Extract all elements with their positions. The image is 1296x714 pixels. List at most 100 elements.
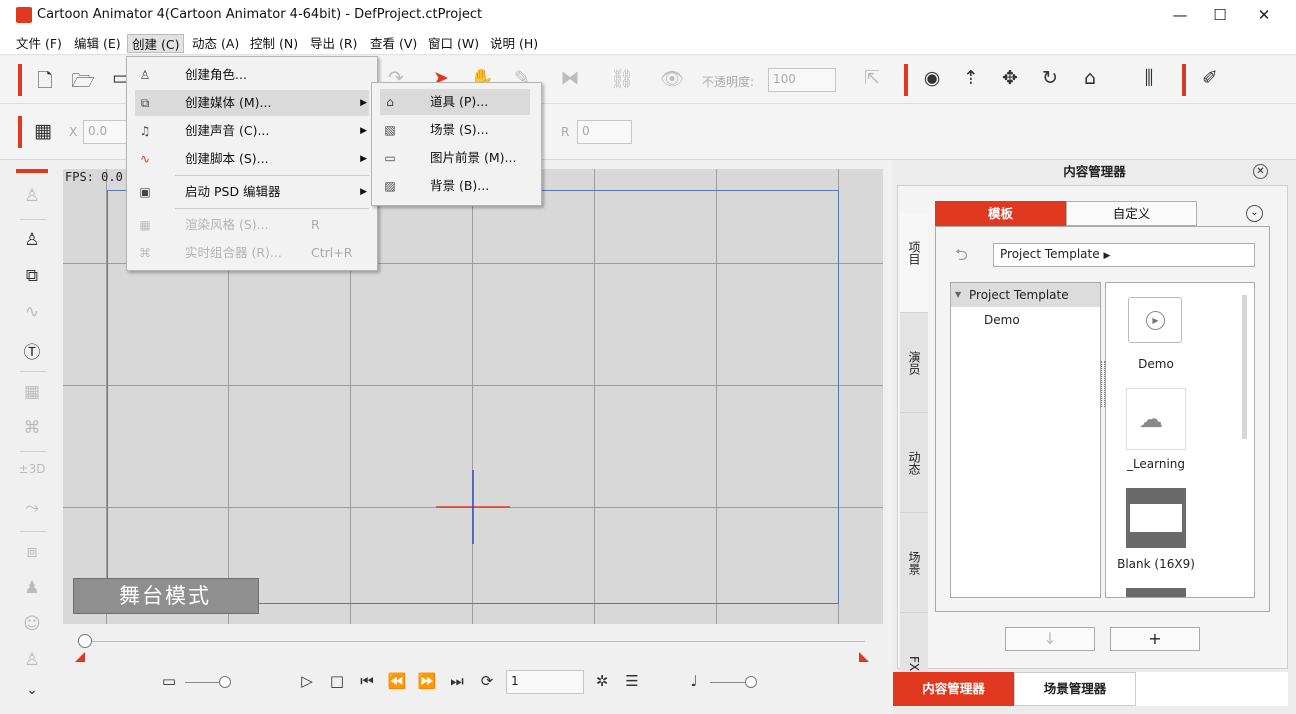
menu-window[interactable]: 窗口 (W) <box>424 34 483 53</box>
menu-control[interactable]: 控制 (N) <box>246 34 302 53</box>
create-media-icon[interactable]: ⧉ <box>14 266 50 286</box>
audio-wave-icon[interactable]: ∿ <box>14 302 50 322</box>
tree-expand-icon[interactable]: ▼ <box>955 283 961 307</box>
last-frame-icon[interactable]: ⏭ <box>443 672 471 690</box>
tab-scene-manager[interactable]: 场景管理器 <box>1014 672 1136 706</box>
playhead-handle[interactable] <box>78 634 92 648</box>
download-button[interactable]: ↓ <box>1005 627 1095 651</box>
tree-item-demo[interactable]: Demo <box>984 313 1020 327</box>
menu-background[interactable]: ▨ 背景 (B)... <box>380 173 530 199</box>
menu-launch-psd[interactable]: ▣ 启动 PSD 编辑器 ▶ <box>135 179 369 205</box>
tab-scene[interactable]: 场景 <box>900 513 928 613</box>
back-icon[interactable]: ⮌ <box>955 244 968 271</box>
stop-icon[interactable]: □ <box>323 672 351 690</box>
tab-project[interactable]: 项目 <box>900 213 928 313</box>
volume-icon[interactable]: ♩ <box>680 672 708 690</box>
menu-create-character[interactable]: ♙ 创建角色... <box>135 62 369 88</box>
bone-icon[interactable]: ⌘ <box>14 418 50 438</box>
stage-mode-badge[interactable]: 舞台模式 <box>73 578 259 614</box>
tab-content-manager[interactable]: 内容管理器 <box>893 672 1014 706</box>
menu-export[interactable]: 导出 (R) <box>306 34 361 53</box>
menu-scene[interactable]: ▧ 场景 (S)... <box>380 117 530 143</box>
move-up-icon[interactable]: ⇡ <box>957 67 985 89</box>
menu-animation[interactable]: 动态 (A) <box>188 34 243 53</box>
grid-icon[interactable]: ▦ <box>29 120 57 142</box>
prev-frame-icon[interactable]: ⏪ <box>383 672 411 690</box>
rotate-icon[interactable]: ↻ <box>1036 67 1064 89</box>
x-field[interactable]: 0.0 <box>83 120 128 144</box>
flip-icon[interactable]: ⧓ <box>556 67 584 89</box>
tab-motion[interactable]: 动态 <box>900 413 928 513</box>
volume-slider-knob[interactable] <box>745 676 757 688</box>
demo-folder-thumb[interactable]: ▶ <box>1128 297 1182 343</box>
folder-tree: ▼ Project Template Demo <box>950 282 1101 598</box>
timeline-track[interactable] <box>85 641 865 642</box>
loop-icon[interactable]: ⟳ <box>473 672 501 690</box>
tree-root[interactable]: ▼ Project Template <box>951 283 1100 307</box>
menu-foreground[interactable]: ▭ 图片前景 (M)... <box>380 145 530 171</box>
visibility-icon[interactable]: 👁 <box>658 67 686 90</box>
timeline-panel-icon[interactable]: ☰ <box>618 672 646 690</box>
pose-icon[interactable]: ♟ <box>14 578 50 598</box>
menu-view[interactable]: 查看 (V) <box>366 34 421 53</box>
menu-render-style[interactable]: ▦ 渲染风格 (S)... R <box>135 212 369 238</box>
open-folder-icon[interactable]: 🗁 <box>69 67 97 99</box>
face-icon[interactable]: ☺ <box>14 614 50 634</box>
toolbar-grip-4 <box>18 116 22 148</box>
attach-icon[interactable]: ⇱ <box>858 67 886 89</box>
play-icon[interactable]: ▷ <box>293 672 321 690</box>
menu-help[interactable]: 说明 (H) <box>486 34 542 53</box>
opacity-field[interactable]: 100 <box>768 68 836 92</box>
create-character-icon[interactable]: ♙ <box>14 230 50 250</box>
next-thumb[interactable] <box>1126 588 1186 597</box>
menu-live-composer[interactable]: ⌘ 实时组合器 (R)... Ctrl+R <box>135 240 369 266</box>
home-icon[interactable]: ⌂ <box>1076 67 1104 89</box>
3d-icon[interactable]: ±3D <box>14 462 50 476</box>
divider <box>20 371 46 372</box>
camera-view-icon[interactable]: ◉ <box>918 67 946 89</box>
panel-close-icon[interactable]: ✕ <box>1253 164 1268 179</box>
menu-prop[interactable]: ⌂ 道具 (P)... <box>380 89 530 115</box>
window-title: Cartoon Animator 4(Cartoon Animator 4-64… <box>37 7 483 22</box>
start-marker-icon[interactable] <box>75 652 85 662</box>
text-bubble-icon[interactable]: Ⓣ <box>14 338 50 363</box>
tab-actor[interactable]: 演员 <box>900 313 928 413</box>
walk-icon[interactable]: ♙ <box>14 650 50 670</box>
sprite-icon[interactable]: ⧈ <box>14 542 50 562</box>
blank-16x9-thumb[interactable] <box>1126 488 1186 548</box>
frame-number-field[interactable]: 1 <box>506 670 584 694</box>
maximize-icon[interactable]: ☐ <box>1197 0 1243 31</box>
motion-icon[interactable]: ⤳ <box>14 498 50 518</box>
menu-edit[interactable]: 编辑 (E) <box>70 34 125 53</box>
menu-create-script[interactable]: ∿ 创建脚本 (S)... ▶ <box>135 146 369 172</box>
end-marker-icon[interactable] <box>859 652 869 662</box>
menu-file[interactable]: 文件 (F) <box>12 34 66 53</box>
character-gray-icon[interactable]: ♙ <box>14 186 50 206</box>
new-file-icon[interactable]: 🗋 <box>31 67 59 99</box>
learning-cloud-thumb[interactable]: ☁ <box>1126 388 1186 450</box>
link-icon[interactable]: ⛓ <box>608 67 636 90</box>
grid-gray-icon[interactable]: ▦ <box>14 382 50 402</box>
menu-create-sound[interactable]: ♫ 创建声音 (C)... ▶ <box>135 118 369 144</box>
expand-more-icon[interactable]: ⌄ <box>14 682 50 698</box>
settings-icon[interactable]: ✲ <box>588 672 616 690</box>
first-frame-icon[interactable]: ⏮ <box>353 672 381 690</box>
add-button[interactable]: + <box>1110 627 1200 651</box>
next-frame-icon[interactable]: ⏩ <box>413 672 441 690</box>
menu-create[interactable]: 创建 (C) <box>127 34 185 53</box>
close-icon[interactable]: ✕ <box>1241 0 1287 31</box>
tab-template[interactable]: 模板 <box>935 201 1066 226</box>
move-icon[interactable]: ✥ <box>996 67 1024 89</box>
scrollbar-thumb[interactable] <box>1242 295 1247 439</box>
editor-icon[interactable]: ✐ <box>1196 67 1224 89</box>
opacity-label: 不透明度: <box>702 75 755 89</box>
submenu-arrow-icon: ▶ <box>360 126 367 136</box>
subtitle-icon[interactable]: ▭ <box>155 672 183 690</box>
speed-slider-knob[interactable] <box>219 676 231 688</box>
menu-create-media[interactable]: ⧉ 创建媒体 (M)... ▶ <box>135 90 369 116</box>
columns-icon[interactable]: ⫼ <box>1135 67 1163 89</box>
chevron-down-icon[interactable]: ⌄ <box>1246 205 1263 222</box>
tab-custom[interactable]: 自定义 <box>1066 201 1197 226</box>
r-field[interactable]: 0 <box>577 120 632 144</box>
path-breadcrumb[interactable]: Project Template ▶ <box>993 243 1255 267</box>
